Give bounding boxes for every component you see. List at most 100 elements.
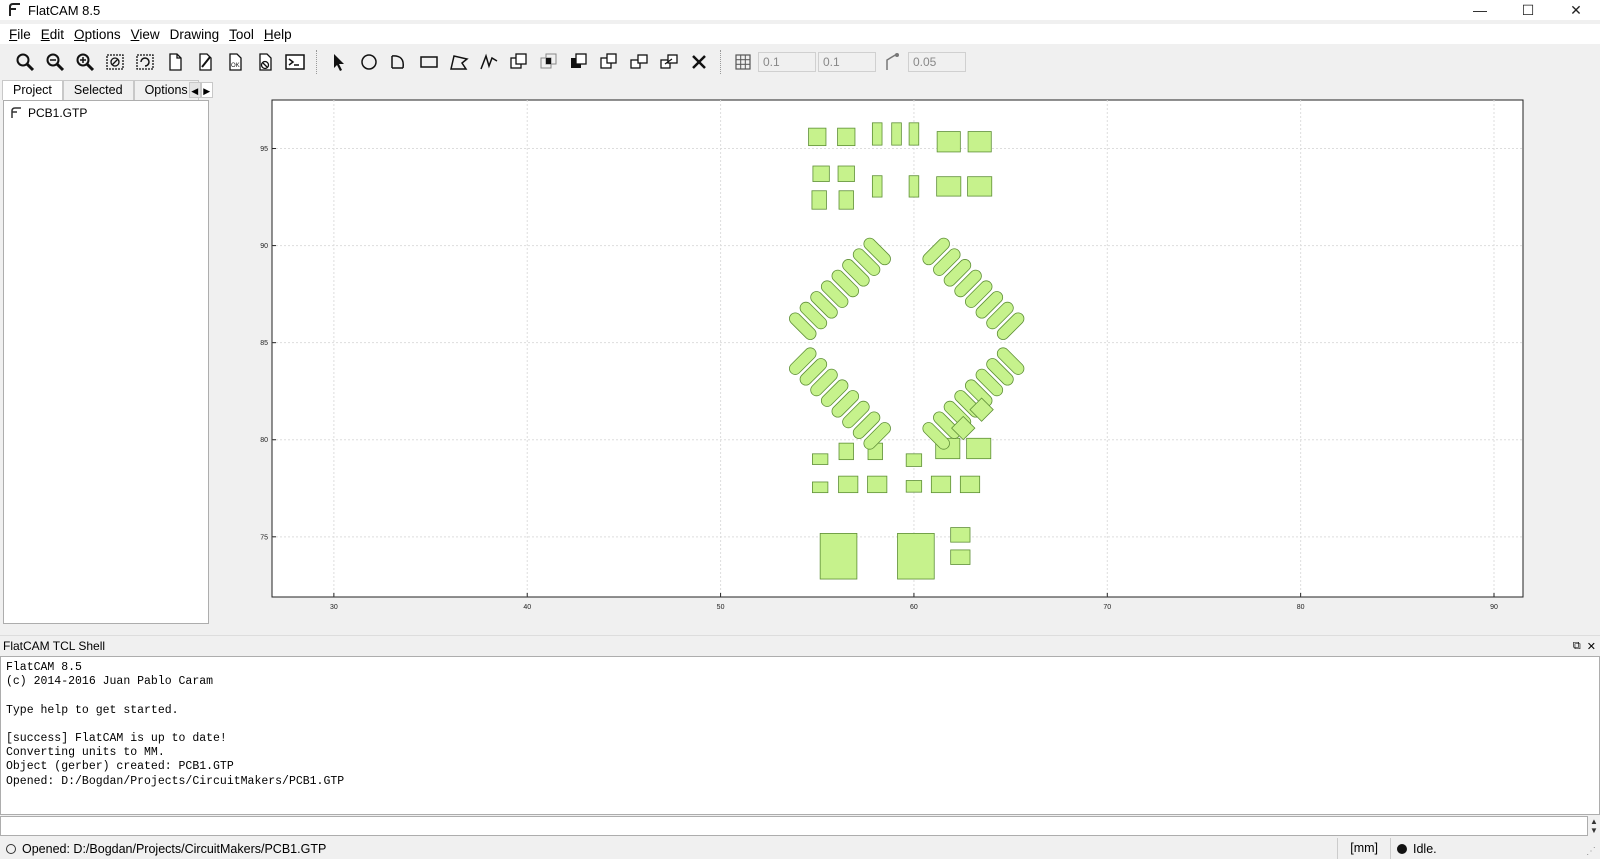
tcl-shell-output[interactable]: FlatCAM 8.5 (c) 2014-2016 Juan Pablo Car… (0, 656, 1600, 815)
add-rectangle-button[interactable] (414, 48, 444, 76)
snap-corner-icon (886, 53, 899, 70)
menu-bar: File Edit Options View Drawing Tool Help (0, 24, 1600, 44)
flatcam-window: FlatCAM 8.5 — ☐ ✕ File Edit Options View… (0, 0, 1600, 859)
update-geometry-icon: OK (229, 53, 242, 71)
zoom-out-button[interactable] (70, 48, 100, 76)
menu-view[interactable]: View (126, 27, 165, 42)
smd-rect-pad (871, 122, 883, 146)
smd-rect-pad (959, 475, 981, 494)
tab-scroll-left-button[interactable]: ◀ (188, 82, 201, 98)
smd-rect-pad (936, 176, 962, 197)
x-tick-label: 30 (330, 604, 338, 611)
add-arc-button[interactable] (384, 48, 414, 76)
tcl-shell-input[interactable] (0, 816, 1588, 836)
status-info-icon (6, 843, 16, 854)
zoom-in-button[interactable] (40, 48, 70, 76)
x-tick-label: 40 (523, 604, 531, 611)
smd-rect-pad (812, 481, 829, 494)
plot-frame (271, 99, 1524, 598)
tab-selected[interactable]: Selected (62, 80, 134, 100)
new-geometry-button[interactable] (160, 48, 190, 76)
plot-area[interactable]: 30 40 50 60 70 80 90 95 90 85 80 75 (215, 82, 1600, 630)
copy-shape-icon (630, 54, 648, 69)
subtract-icon (571, 53, 587, 68)
snap-corner-button[interactable] (878, 48, 908, 76)
menu-tool[interactable]: Tool (224, 27, 259, 42)
dock-close-icon[interactable]: ✕ (1587, 640, 1596, 653)
menu-edit[interactable]: Edit (36, 27, 69, 42)
grid-y-input[interactable] (818, 52, 876, 72)
edit-geometry-button[interactable] (190, 48, 220, 76)
smd-rect-pad (908, 175, 920, 198)
add-circle-button[interactable] (354, 48, 384, 76)
replot-button[interactable] (130, 48, 160, 76)
minimize-button[interactable]: — (1456, 0, 1504, 20)
status-message: Opened: D:/Bogdan/Projects/CircuitMakers… (22, 841, 327, 856)
menu-help[interactable]: Help (259, 27, 297, 42)
smd-rect-pad (867, 475, 888, 494)
chevron-down-icon[interactable]: ▼ (1590, 826, 1598, 835)
maximize-button[interactable]: ☐ (1504, 0, 1552, 20)
x-tick-label: 50 (717, 604, 725, 611)
shell-input-scroller[interactable]: ▲ ▼ (1588, 816, 1600, 836)
cut-path-button[interactable] (594, 48, 624, 76)
gerber-object-icon (11, 107, 21, 118)
status-state: Idle. (1413, 841, 1437, 856)
zoom-in-icon (46, 53, 65, 72)
copy-shape-button[interactable] (624, 48, 654, 76)
tab-scroll-right-button[interactable]: ▶ (200, 82, 213, 98)
move-shape-button[interactable] (654, 48, 684, 76)
grid-x-input[interactable] (758, 52, 816, 72)
close-button[interactable]: ✕ (1552, 0, 1600, 20)
tree-item-label: PCB1.GTP (28, 106, 88, 120)
smd-rect-pad (838, 442, 854, 461)
resize-grip-icon[interactable]: ⋰ (1586, 846, 1596, 857)
zoom-fit-icon (16, 53, 35, 72)
notebook-tabs: Project Selected Options ◀ ▶ (2, 80, 213, 100)
x-tick-label: 90 (1490, 604, 1498, 611)
menu-file[interactable]: File (4, 27, 36, 42)
dock-float-icon[interactable]: ⧉ (1573, 640, 1581, 653)
smd-rect-pad (930, 475, 952, 494)
project-tree[interactable]: PCB1.GTP (3, 100, 209, 624)
terminal-icon (285, 54, 305, 70)
smd-rect-pad (811, 190, 827, 210)
title-bar: FlatCAM 8.5 — ☐ ✕ (0, 0, 1600, 20)
smd-rect-pad (812, 165, 830, 182)
plot-canvas[interactable]: 30 40 50 60 70 80 90 95 90 85 80 75 (215, 82, 1600, 630)
replot-icon (136, 54, 154, 70)
union-button[interactable] (504, 48, 534, 76)
menu-drawing[interactable]: Drawing (165, 27, 225, 42)
union-icon (510, 53, 527, 69)
delete-shape-button[interactable] (684, 48, 714, 76)
subtract-button[interactable] (564, 48, 594, 76)
grid-snap-button[interactable] (728, 48, 758, 76)
snap-max-input[interactable] (908, 52, 966, 72)
smd-rect-pad (950, 549, 971, 565)
tcl-shell-button[interactable] (280, 48, 310, 76)
smd-rect-pad (966, 437, 992, 460)
delete-object-button[interactable] (250, 48, 280, 76)
intersection-button[interactable] (534, 48, 564, 76)
delete-document-icon (259, 53, 272, 71)
select-tool-button[interactable] (324, 48, 354, 76)
smd-rect-pad (812, 453, 829, 465)
smd-rect-pad (905, 453, 923, 467)
chevron-up-icon[interactable]: ▲ (1590, 817, 1598, 826)
tree-item-pcb1[interactable]: PCB1.GTP (4, 105, 208, 121)
status-units: [mm] (1337, 838, 1390, 859)
polygon-icon (450, 55, 469, 70)
menu-options[interactable]: Options (69, 27, 126, 42)
smd-rect-pad (950, 527, 971, 543)
tab-project[interactable]: Project (2, 80, 63, 100)
smd-rect-pad (819, 533, 858, 580)
add-polygon-button[interactable] (444, 48, 474, 76)
smd-rect-pad (838, 475, 859, 494)
svg-text:OK: OK (231, 63, 240, 69)
add-path-button[interactable] (474, 48, 504, 76)
clear-plot-button[interactable] (100, 48, 130, 76)
smd-rect-pad (967, 176, 993, 197)
zoom-fit-button[interactable] (10, 48, 40, 76)
update-geometry-button[interactable]: OK (220, 48, 250, 76)
smd-rect-pad (967, 131, 992, 153)
